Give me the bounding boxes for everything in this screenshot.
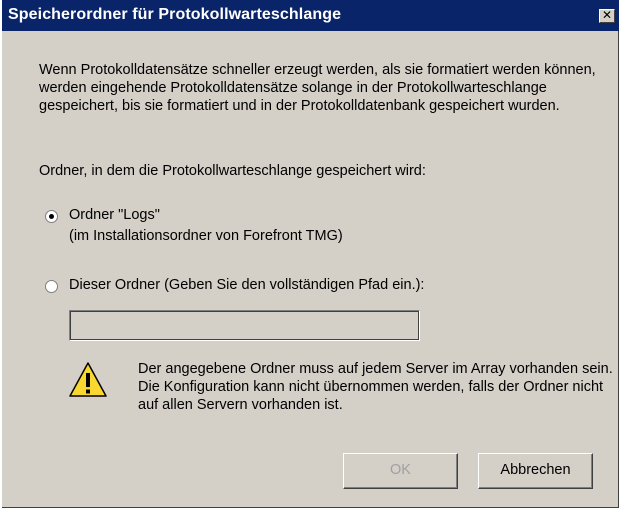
- option-logs-label[interactable]: Ordner "Logs": [69, 206, 160, 224]
- ok-button[interactable]: OK: [343, 453, 458, 489]
- close-button[interactable]: ✕: [599, 9, 615, 23]
- dialog-title: Speicherordner für Protokollwarteschlang…: [8, 6, 342, 23]
- cancel-button[interactable]: Abbrechen: [478, 453, 593, 489]
- radio-logs-folder[interactable]: [45, 210, 58, 223]
- radio-custom-folder[interactable]: [45, 280, 58, 293]
- folder-label: Ordner, in dem die Protokollwarteschlang…: [39, 163, 426, 179]
- dialog-window: Speicherordner für Protokollwarteschlang…: [2, 0, 619, 508]
- folder-path-input[interactable]: [69, 310, 420, 341]
- warning-text: Der angegebene Ordner muss auf jedem Ser…: [138, 361, 613, 413]
- radio-selected-dot: [49, 214, 54, 219]
- option-logs-sublabel: (im Installationsordner von Forefront TM…: [69, 228, 343, 244]
- intro-text: Wenn Protokolldatensätze schneller erzeu…: [39, 62, 596, 114]
- close-icon: ✕: [601, 8, 613, 22]
- title-bar[interactable]: Speicherordner für Protokollwarteschlang…: [2, 0, 619, 31]
- option-custom-label[interactable]: Dieser Ordner (Geben Sie den vollständig…: [69, 276, 424, 294]
- warning-icon: [69, 362, 107, 397]
